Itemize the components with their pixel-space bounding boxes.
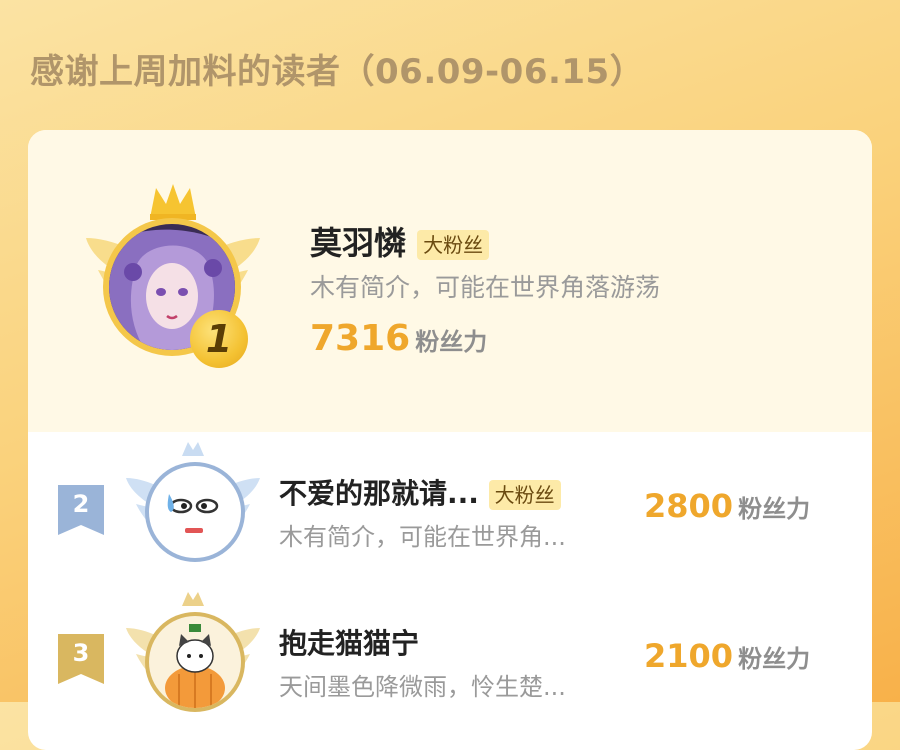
rank-1-medal: 1 xyxy=(190,310,248,368)
list-item[interactable]: 3 抱走猫猫宁 天间墨色降微雨，怜生楚... 2100 粉丝力 xyxy=(28,582,872,750)
fan-score: 2800 粉丝力 xyxy=(644,487,810,525)
score-value: 7316 xyxy=(310,318,411,359)
score-value: 2100 xyxy=(644,637,734,675)
top-fan-name-row: 莫羽憐 大粉丝 xyxy=(310,218,490,264)
score-value: 2800 xyxy=(644,487,734,525)
list-item[interactable]: 2 不爱的那就请... 大粉丝 木有简介，可能在世界角... 2800 粉丝力 xyxy=(28,432,872,582)
fan-name[interactable]: 不爱的那就请... xyxy=(279,477,479,510)
top-fan-score: 7316 粉丝力 xyxy=(310,318,487,359)
fan-name-row: 抱走猫猫宁 xyxy=(279,622,419,662)
top-fan-section: 1 莫羽憐 大粉丝 木有简介，可能在世界角落游荡 7316 粉丝力 xyxy=(28,130,872,432)
fan-score: 2100 粉丝力 xyxy=(644,637,810,675)
fan-bio: 天间墨色降微雨，怜生楚... xyxy=(279,673,566,701)
leaderboard-card: 1 莫羽憐 大粉丝 木有简介，可能在世界角落游荡 7316 粉丝力 2 不爱的那… xyxy=(28,130,872,750)
fan-level-badge: 大粉丝 xyxy=(417,230,490,260)
fan-level-badge: 大粉丝 xyxy=(488,480,561,510)
top-fan-bio: 木有简介，可能在世界角落游荡 xyxy=(310,273,661,302)
fan-name[interactable]: 抱走猫猫宁 xyxy=(279,627,419,660)
avatar[interactable] xyxy=(149,466,241,558)
score-unit: 粉丝力 xyxy=(738,645,811,673)
page-title: 感谢上周加料的读者（06.09-06.15） xyxy=(30,52,645,92)
top-fan-name[interactable]: 莫羽憐 xyxy=(310,224,406,262)
fan-bio: 木有简介，可能在世界角... xyxy=(279,523,566,551)
score-unit: 粉丝力 xyxy=(415,328,488,356)
avatar[interactable] xyxy=(149,616,241,708)
score-unit: 粉丝力 xyxy=(738,495,811,523)
rank-number: 1 xyxy=(205,317,233,361)
rank-number: 2 xyxy=(72,490,90,518)
fan-name-row: 不爱的那就请... 大粉丝 xyxy=(279,472,561,512)
rank-number: 3 xyxy=(72,639,90,667)
